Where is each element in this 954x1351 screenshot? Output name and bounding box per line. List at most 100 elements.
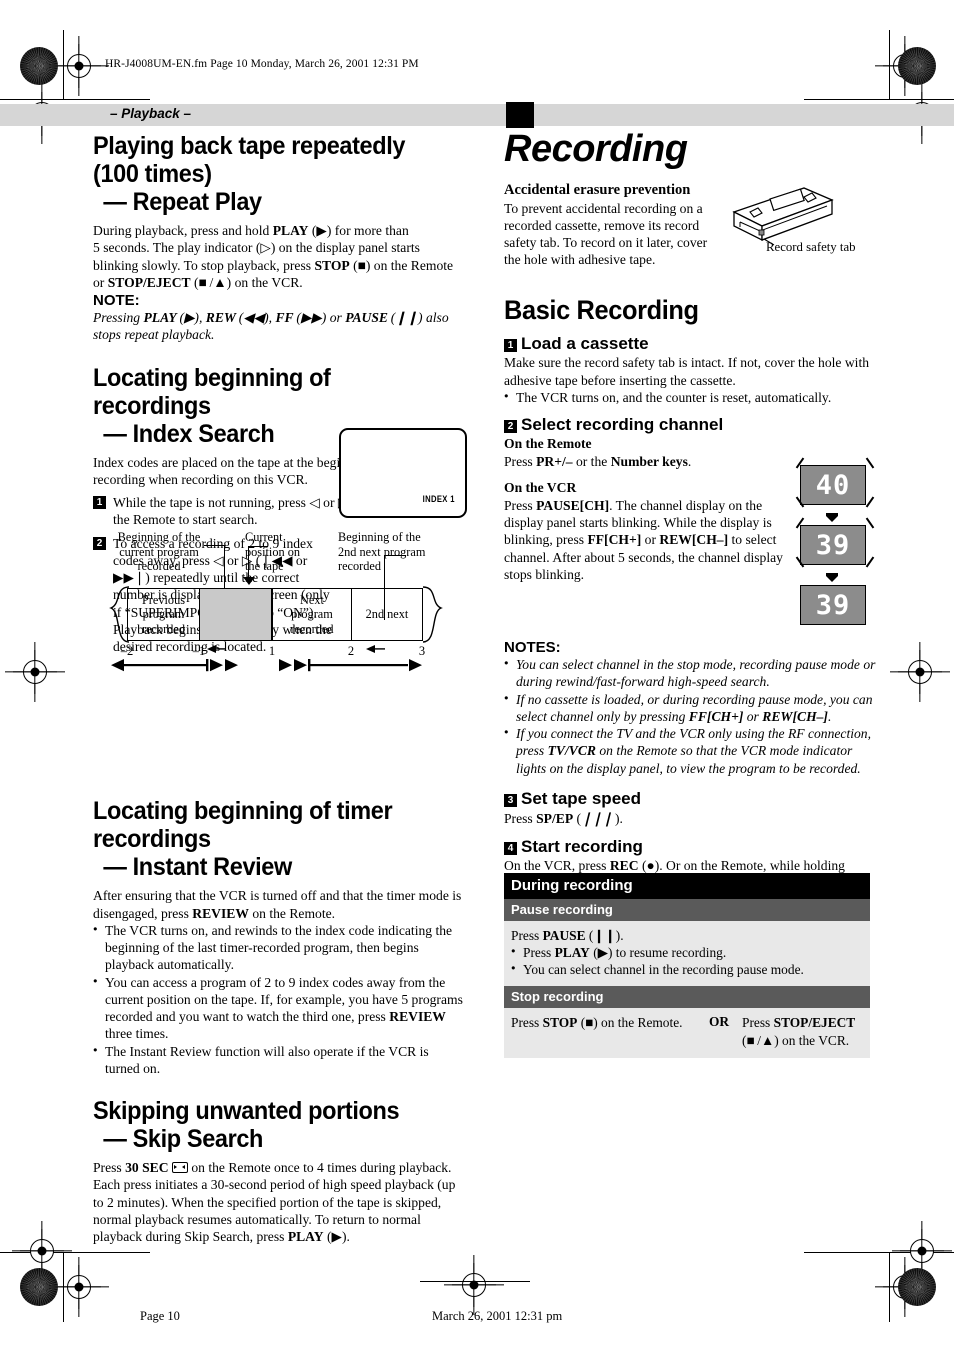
step-number-badge: 1 <box>504 338 517 352</box>
step-1-heading-text: Load a cassette <box>521 333 649 353</box>
step-3-heading-text: Set tape speed <box>521 788 641 808</box>
channel-display-value: 40 <box>815 469 851 501</box>
tape-scale-minus2: –2 <box>120 644 134 658</box>
step-2-heading-text: Select recording channel <box>521 415 724 435</box>
registration-mark-mid-right <box>898 650 942 694</box>
crop-line-footer-center <box>420 1281 530 1283</box>
heading-skip-search-line1: Skipping unwanted portions <box>93 1097 400 1125</box>
tape-left-curl-icon <box>109 586 130 643</box>
tape-scale-3: 3 <box>418 644 426 658</box>
registration-mark-bottom-left-inner <box>20 1229 64 1273</box>
step-1-bullets: The VCR turns on, and the counter is res… <box>504 389 876 406</box>
table-cell-pause-content: Press PAUSE (❙❙). Press PLAY (▶) to resu… <box>504 921 870 987</box>
scale-arrow-right-icon <box>366 645 385 653</box>
list-item: If no cassette is loaded, or during reco… <box>504 691 876 726</box>
heading-repeat-play: Playing back tape repeatedly (100 times)… <box>93 132 441 216</box>
registration-mark-bottom-right-inner <box>900 1229 944 1273</box>
skip-30sec-icon <box>171 1162 188 1173</box>
scale-arrow-left-icon <box>207 645 226 653</box>
heading-skip-search: Skipping unwanted portions — Skip Search <box>93 1097 441 1153</box>
flow-arrow-down-icon-2 <box>826 573 838 582</box>
diagram-callout-2nd-next: Beginning of the 2nd next program recorded <box>338 530 426 573</box>
footer-datetime: March 26, 2001 12:31 pm <box>432 1309 563 1323</box>
skip-search-body: Press 30 SEC on the Remote once to 4 tim… <box>93 1160 456 1244</box>
list-item: Press PLAY (▶) to resume recording. <box>511 944 863 961</box>
recording-notes-list: You can select channel in the stop mode,… <box>504 656 876 777</box>
list-item: The VCR turns on, and rewinds to the ind… <box>93 922 463 974</box>
table-title: During recording <box>504 873 870 899</box>
heading-instant-review: Locating beginning of timer recordings —… <box>93 797 441 881</box>
page-title-recording: Recording <box>504 128 688 170</box>
step-3-heading: 3 Set tape speed <box>504 789 876 809</box>
step-2-sub2-body: Press PAUSE[CH]. The channel display on … <box>504 497 783 582</box>
crop-line-top-left <box>0 99 150 101</box>
heading-skip-search-line2: — Skip Search <box>103 1125 264 1153</box>
page-footer: Page 10 March 26, 2001 12:31 pm <box>0 1291 954 1351</box>
tape-scale-1: 1 <box>268 644 276 658</box>
tape-segment-current <box>199 588 272 641</box>
table-cell-stop-remote: Press STOP (■) on the Remote. <box>511 1015 683 1031</box>
step-2-heading: 2 Select recording channel <box>504 415 876 435</box>
color-registration-patch-top-right <box>898 47 936 85</box>
step-1-body: Make sure the record safety tab is intac… <box>504 355 870 388</box>
tape-segment-previous: Previous program recorded <box>127 588 199 641</box>
list-item: You can select channel in the stop mode,… <box>504 656 876 691</box>
instant-review-body: After ensuring that the VCR is turned of… <box>93 888 462 921</box>
heading-repeat-play-line2: — Repeat Play <box>103 188 262 216</box>
table-cell-or: OR <box>708 1014 730 1030</box>
step-4-heading: 4 Start recording <box>504 837 876 857</box>
repeat-play-note-body: Pressing PLAY (▶), REW (◀◀), FF (▶▶) or … <box>93 310 449 343</box>
list-item: The VCR turns on, and the counter is res… <box>504 389 876 406</box>
osd-index-label: INDEX 1 <box>422 494 455 504</box>
channel-display-value: 39 <box>815 589 851 621</box>
heading-repeat-play-line1: Playing back tape repeatedly (100 times) <box>93 132 406 188</box>
callout-leader-mid <box>248 546 250 578</box>
tape-segment-next: Next program recorded <box>272 588 351 641</box>
record-safety-tab-label: Record safety tab <box>766 240 856 254</box>
diagram-callout-current-program: Beginning of the current program recorded <box>117 530 201 573</box>
repeat-play-note-label: NOTE: <box>93 292 140 309</box>
notes-label: NOTES: <box>504 639 561 657</box>
instant-review-bullets: The VCR turns on, and rewinds to the ind… <box>93 922 463 1077</box>
channel-display-39-steady: 39 <box>800 585 866 625</box>
step-3-body: Press SP/EP (❘❘❘ ). <box>504 810 623 826</box>
during-recording-table: During recording Pause recording Press P… <box>504 873 870 1059</box>
channel-display-39-blinking: 39 <box>800 525 866 565</box>
callout-leader-left-h <box>204 545 225 547</box>
footer-page-number: Page 10 <box>140 1309 180 1323</box>
tape-index-diagram: Beginning of the current program recorded … <box>93 530 463 675</box>
table-row-header-pause: Pause recording <box>504 899 870 921</box>
channel-display-value: 39 <box>815 529 851 561</box>
step-4-heading-text: Start recording <box>521 836 643 856</box>
step-2-sub1-label: On the Remote <box>504 435 592 451</box>
file-header-text: HR-J4008UM-EN.fm Page 10 Monday, March 2… <box>105 58 419 70</box>
repeat-play-body: During playback, press and hold PLAY (▶)… <box>93 223 454 290</box>
heading-instant-review-line1: Locating beginning of timer recordings <box>93 797 393 854</box>
callout-arrow-mid <box>243 577 255 585</box>
step-number-badge: 4 <box>504 841 517 855</box>
cassette-illustration <box>732 187 834 246</box>
table-row: Press STOP (■) on the Remote. OR Press S… <box>504 1008 870 1059</box>
step-1-heading: 1 Load a cassette <box>504 334 876 354</box>
fastforward-direction-arrow-icon <box>279 659 422 672</box>
rewind-direction-arrow-icon <box>111 659 238 672</box>
erasure-prevention-body: To prevent accidental recording on a rec… <box>504 200 708 268</box>
tape-segment-2nd-next: 2nd next <box>351 588 422 641</box>
list-item: The Instant Review function will also op… <box>93 1043 463 1078</box>
playback-section-tag: – Playback – <box>110 106 192 121</box>
registration-mark-mid-left <box>13 650 57 694</box>
flow-arrow-down-icon-1 <box>826 513 838 522</box>
left-column: Playing back tape repeatedly (100 times)… <box>93 132 467 1245</box>
heading-instant-review-line2: — Instant Review <box>103 853 292 882</box>
step-number-badge: 2 <box>504 420 517 434</box>
tape-scale-2: 2 <box>347 644 355 658</box>
callout-leader-mid-h <box>248 546 268 548</box>
color-registration-patch-top-left <box>20 47 58 85</box>
list-item: You can access a program of 2 to 9 index… <box>93 974 463 1043</box>
callout-leader-right-h <box>384 555 406 557</box>
heading-index-search-line1: Locating beginning of recordings <box>93 363 331 420</box>
tape-right-curl-icon <box>422 586 443 643</box>
registration-mark-top-left <box>57 44 101 88</box>
diagram-callout-current-position: Current position on the tape <box>245 530 300 573</box>
manual-page: HR-J4008UM-EN.fm Page 10 Monday, March 2… <box>0 0 954 1351</box>
